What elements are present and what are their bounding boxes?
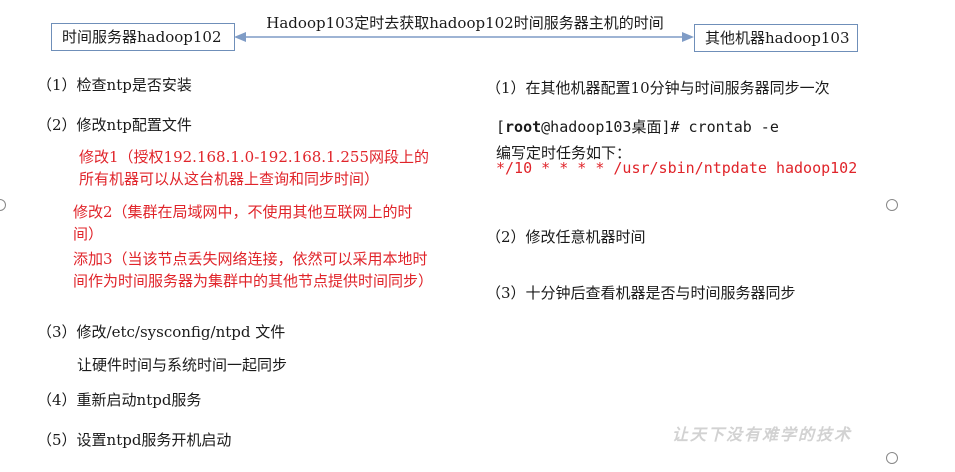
left-step-1: （1）检查ntp是否安装 xyxy=(37,76,192,94)
config-note-2: 修改2（集群在局域网中，不使用其他互联网上的时间） xyxy=(73,203,413,243)
config-note-1: 修改1（授权192.168.1.0-192.168.1.255网段上的所有机器可… xyxy=(79,148,430,188)
crontab-command: [root@hadoop103桌面]# crontab -e xyxy=(496,118,779,136)
right-step-1: （1）在其他机器配置10分钟与时间服务器同步一次 xyxy=(486,79,830,97)
left-step-2: （2）修改ntp配置文件 xyxy=(37,116,192,134)
resize-handle-bottom-right[interactable] xyxy=(886,452,898,464)
watermark: 让天下没有难学的技术 xyxy=(672,425,853,444)
cron-entry: */10 * * * * /usr/sbin/ntpdate hadoop102 xyxy=(496,159,858,177)
left-step-4: （4）重新启动ntpd服务 xyxy=(37,391,202,409)
resize-handle-right[interactable] xyxy=(886,199,898,211)
resize-handle-left[interactable] xyxy=(0,199,6,211)
right-step-3: （3）十分钟后查看机器是否与时间服务器同步 xyxy=(486,284,796,302)
left-step-3: （3）修改/etc/sysconfig/ntpd 文件 xyxy=(37,323,286,341)
left-step-5: （5）设置ntpd服务开机启动 xyxy=(37,431,232,449)
config-note-3: 添加3（当该节点丢失网络连接，依然可以采用本地时间作为时间服务器为集群中的其他节… xyxy=(73,250,434,290)
right-step-2: （2）修改任意机器时间 xyxy=(486,228,646,246)
arrow-label: Hadoop103定时去获取hadoop102时间服务器主机的时间 xyxy=(266,14,664,32)
left-step-3-sub: 让硬件时间与系统时间一起同步 xyxy=(77,356,288,374)
